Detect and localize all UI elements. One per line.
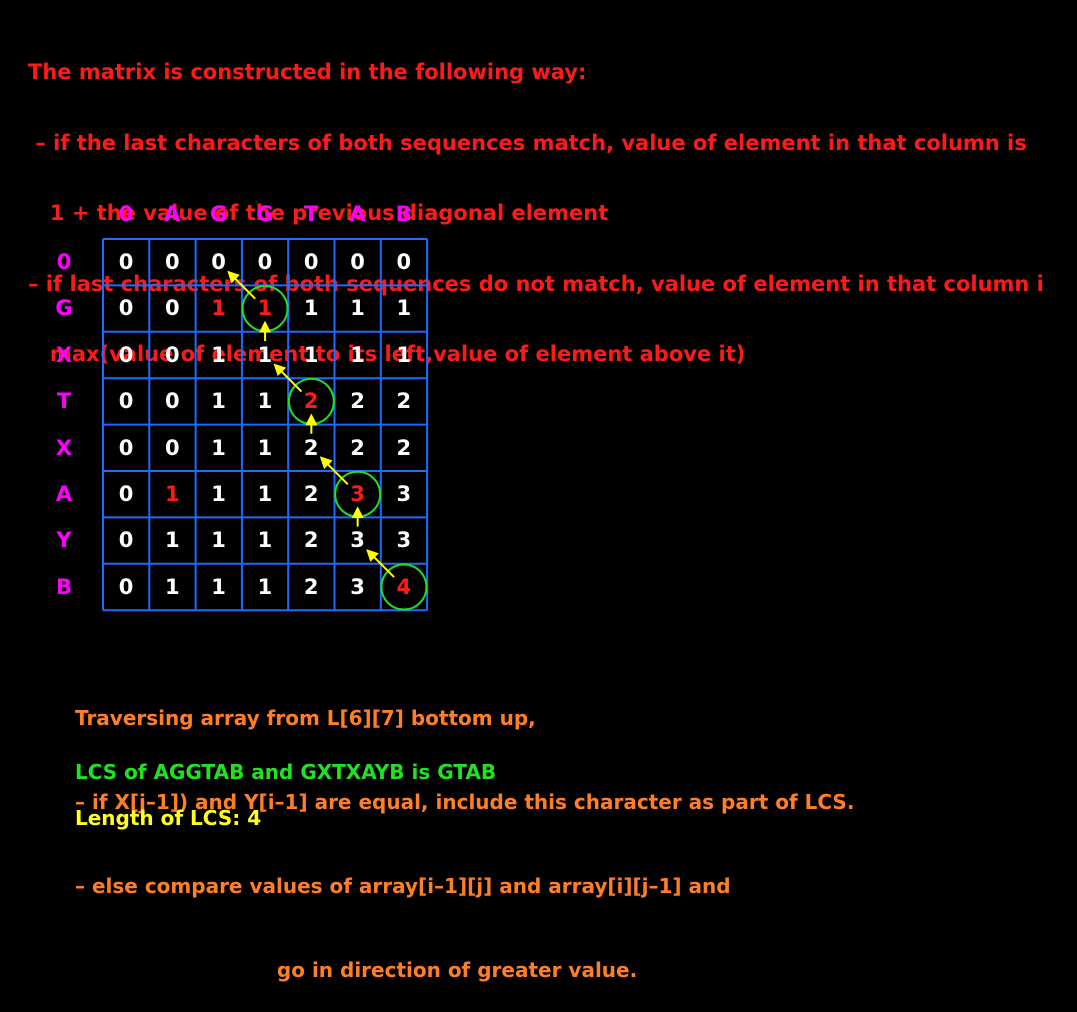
traversal-explanation: Traversing array from L[6][7] bottom up,… <box>75 648 854 1012</box>
matrix-cell: 1 <box>257 435 273 460</box>
matrix-cell: 1 <box>164 574 180 599</box>
matrix-cell: 1 <box>257 574 273 599</box>
matrix-cell: 1 <box>211 435 226 460</box>
matrix-cell: 0 <box>303 250 319 274</box>
matrix-cell: 2 <box>303 482 319 506</box>
matrix-cell: 3 <box>350 574 365 599</box>
matrix-cell: 1 <box>350 342 365 367</box>
explain-line: Traversing array from L[6][7] bottom up, <box>75 706 536 730</box>
matrix-cell: 1 <box>211 296 226 321</box>
matrix-cell: 3 <box>350 482 365 506</box>
matrix-cell: 1 <box>257 482 273 506</box>
matrix-cell: 0 <box>118 435 134 460</box>
matrix-cell: 0 <box>257 250 273 274</box>
explain-line: – else compare values of array[i–1][j] a… <box>75 874 731 898</box>
matrix-cell: 3 <box>396 482 412 506</box>
matrix-cell: 2 <box>303 435 319 460</box>
matrix-cell: 0 <box>164 342 180 367</box>
matrix-cell: 2 <box>303 574 319 599</box>
matrix-cell: 4 <box>396 574 412 599</box>
matrix-cell: 1 <box>350 296 365 321</box>
matrix-cell: 1 <box>303 296 319 321</box>
matrix-cell: 2 <box>396 389 412 414</box>
matrix-cell: 0 <box>164 296 180 321</box>
matrix-cell: 0 <box>118 528 134 553</box>
matrix-cell: 1 <box>396 342 412 367</box>
matrix-cell: 3 <box>350 528 365 553</box>
matrix-cell: 0 <box>164 435 180 460</box>
matrix-cell: 1 <box>303 342 319 367</box>
matrix-cell: 0 <box>396 250 412 274</box>
matrix-cell: 1 <box>396 296 412 321</box>
matrix-cell: 2 <box>303 528 319 553</box>
matrix-cell: 3 <box>396 528 412 553</box>
matrix-cell: 2 <box>396 435 412 460</box>
matrix-cell: 2 <box>350 389 365 414</box>
matrix-cell: 0 <box>118 250 134 274</box>
matrix-cell: 0 <box>211 250 226 274</box>
matrix-cell: 1 <box>257 389 273 414</box>
lcs-length: Length of LCS: 4 <box>75 806 262 830</box>
matrix-cell: 1 <box>257 296 273 321</box>
matrix-cell: 1 <box>211 574 226 599</box>
matrix-cell: 1 <box>211 389 226 414</box>
matrix-cell: 1 <box>257 342 273 367</box>
explain-line: go in direction of greater value. <box>75 958 638 982</box>
matrix-cell: 1 <box>257 528 273 553</box>
matrix-cell: 1 <box>211 482 226 506</box>
matrix-cell: 0 <box>164 389 180 414</box>
matrix-cell: 0 <box>118 389 134 414</box>
matrix-cell: 0 <box>118 574 134 599</box>
matrix-cell: 1 <box>211 342 226 367</box>
matrix-cell: 0 <box>350 250 365 274</box>
matrix-cell: 1 <box>164 528 180 553</box>
matrix-cell: 1 <box>164 482 180 506</box>
matrix-cell: 0 <box>164 250 180 274</box>
matrix-cell: 0 <box>118 342 134 367</box>
lcs-result: LCS of AGGTAB and GXTXAYB is GTAB <box>75 760 497 784</box>
matrix-cell: 2 <box>303 389 319 414</box>
matrix-cell: 0 <box>118 482 134 506</box>
matrix-cell: 2 <box>350 435 365 460</box>
matrix-cell: 0 <box>118 296 134 321</box>
matrix-cell: 1 <box>211 528 226 553</box>
